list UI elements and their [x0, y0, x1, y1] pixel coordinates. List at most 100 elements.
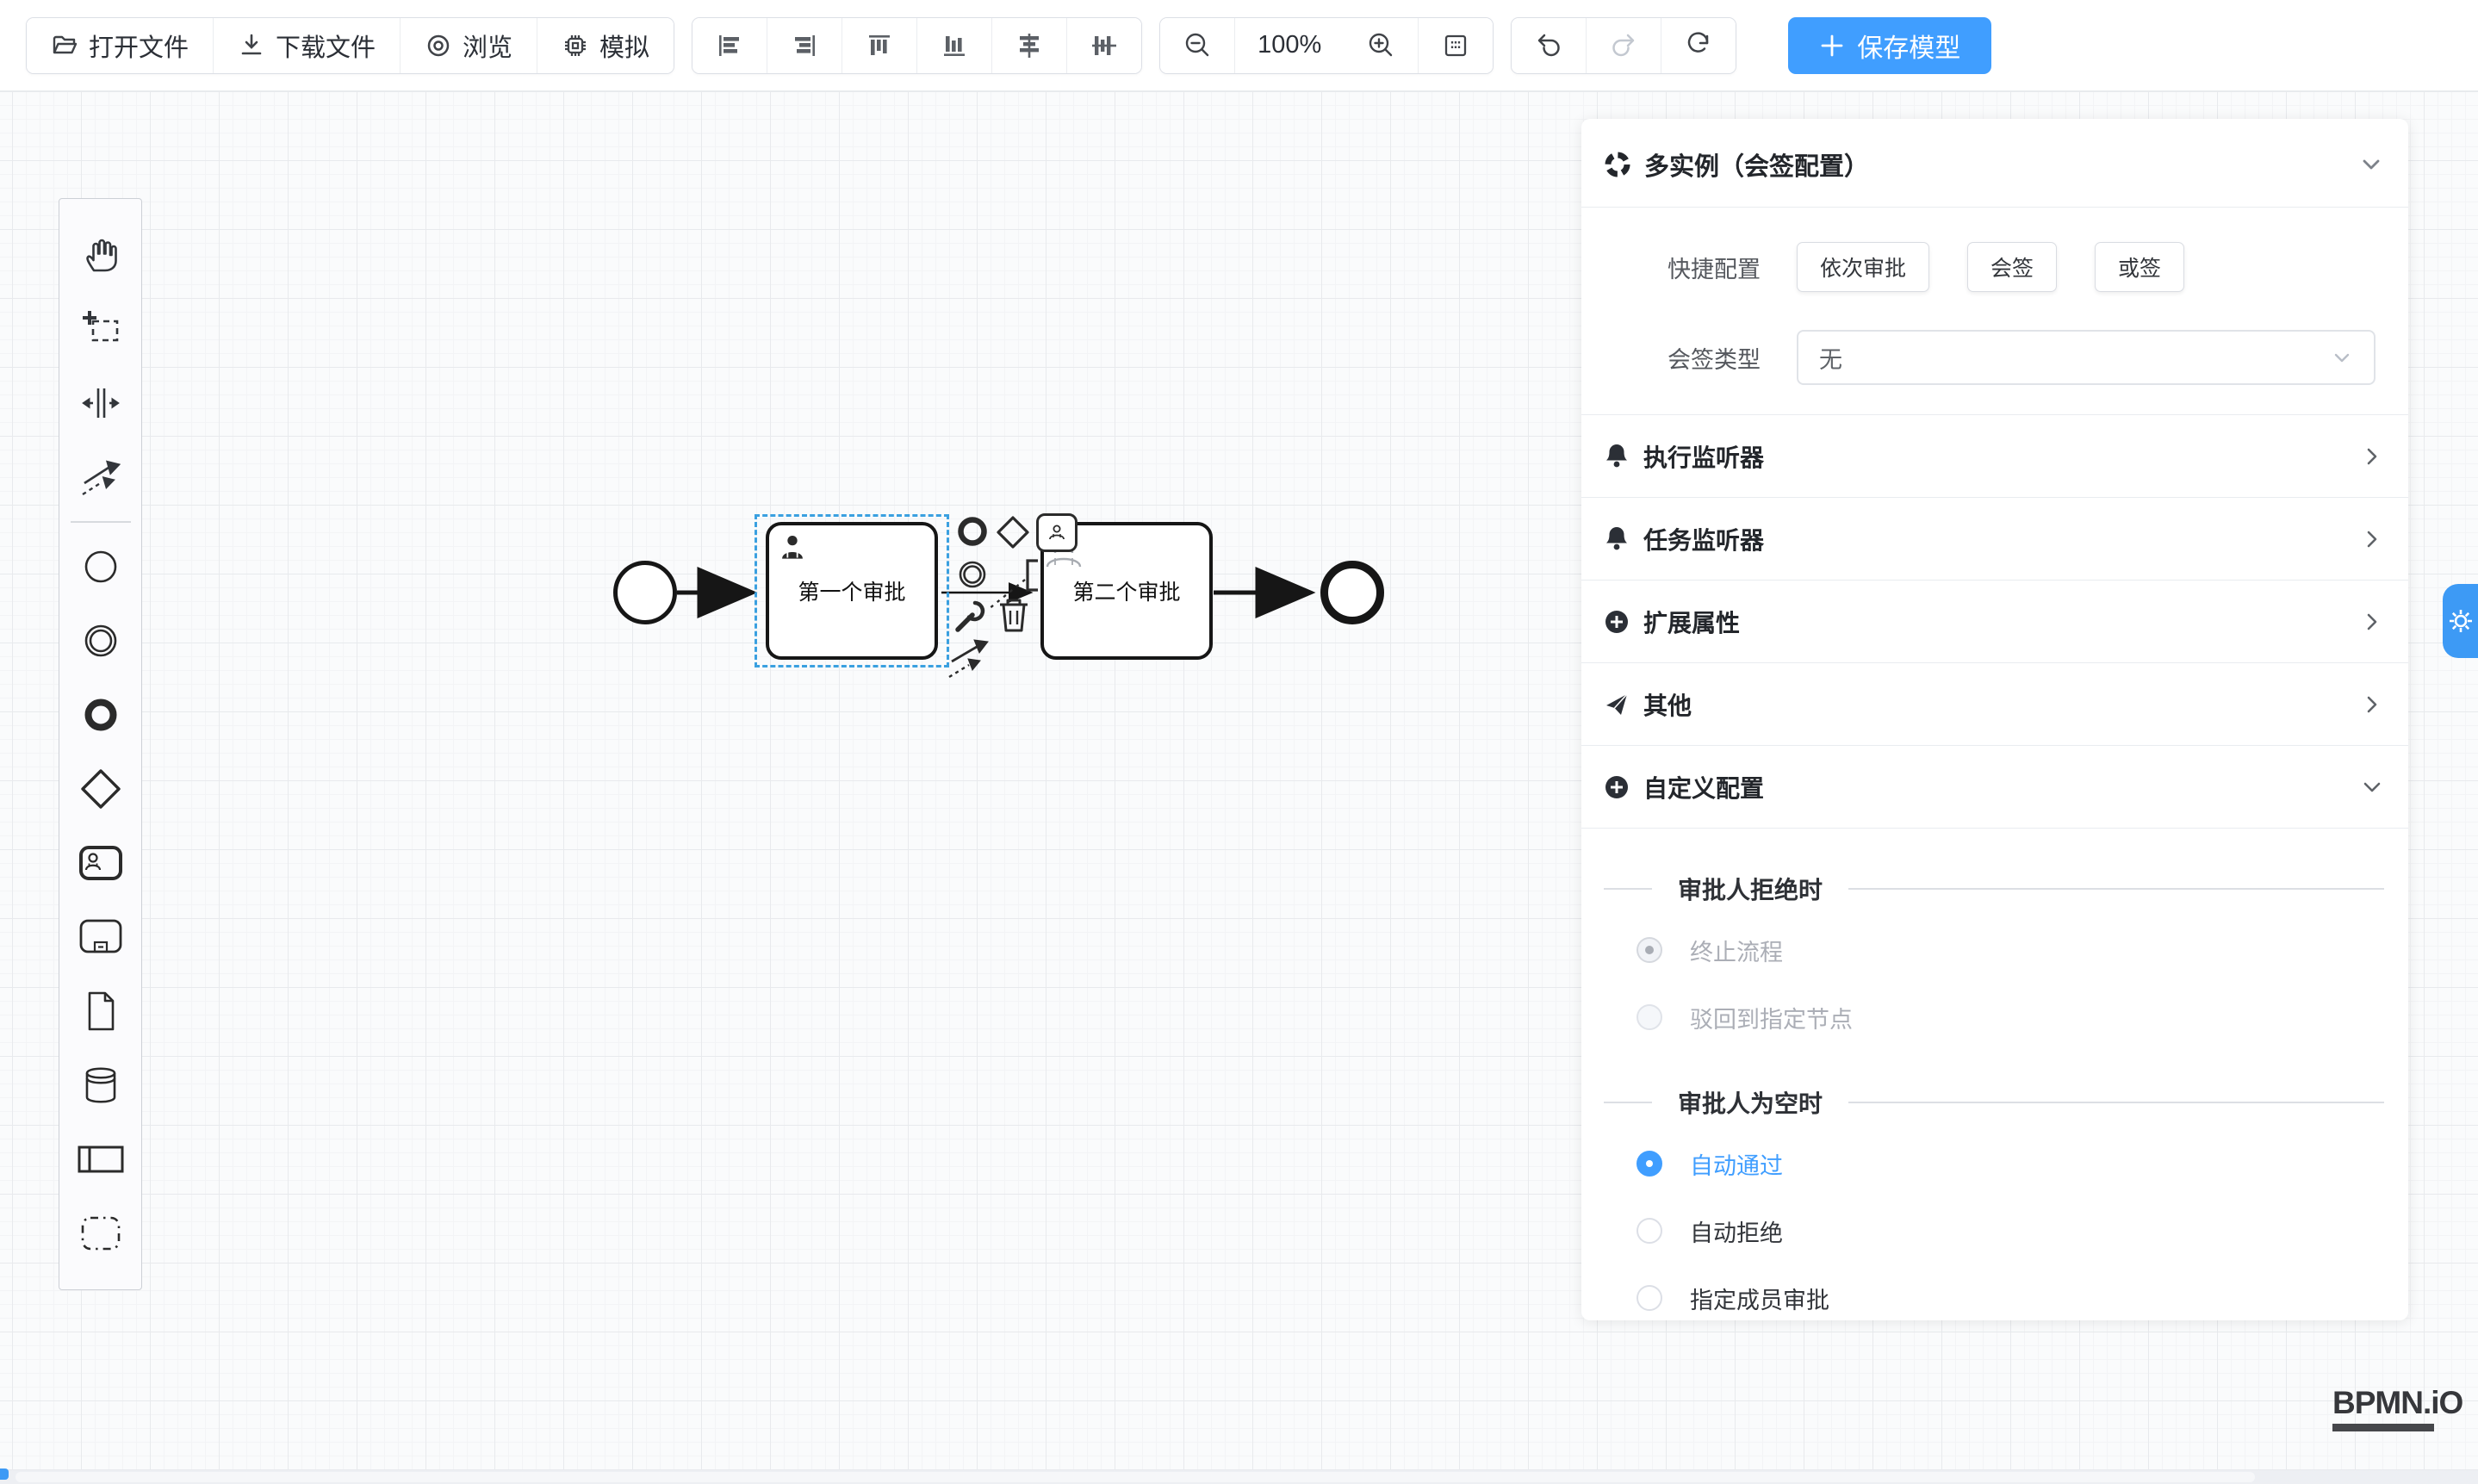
open-file-button[interactable]: 打开文件: [27, 18, 214, 73]
radio-auto-reject[interactable]: 自动拒绝: [1604, 1197, 2384, 1264]
start-event-icon: [81, 547, 121, 587]
logo-underline: [2332, 1424, 2434, 1431]
create-gateway[interactable]: [59, 752, 141, 826]
space-tool-icon: [81, 383, 121, 423]
quick-option-sequential[interactable]: 依次审批: [1797, 242, 1929, 292]
create-data-object[interactable]: [59, 974, 141, 1048]
section-execution-listener[interactable]: 执行监听器: [1581, 414, 2408, 497]
radio-auto-pass[interactable]: 自动通过: [1604, 1130, 2384, 1197]
lasso-icon: [81, 309, 121, 349]
pad-connect-icon[interactable]: [947, 637, 991, 680]
create-data-store[interactable]: [59, 1048, 141, 1122]
global-connect-tool[interactable]: [59, 440, 141, 514]
section-task-listener[interactable]: 任务监听器: [1581, 497, 2408, 580]
zoom-level: 100%: [1235, 18, 1344, 73]
zoom-out-button[interactable]: [1160, 18, 1235, 73]
section-label: 任务监听器: [1643, 522, 2346, 556]
pad-append-user-task[interactable]: [1036, 513, 1078, 552]
end-event[interactable]: [1320, 561, 1384, 624]
section-custom-config[interactable]: 自定义配置: [1581, 745, 2408, 828]
preview-button[interactable]: 浏览: [401, 18, 537, 73]
pad-delete-icon[interactable]: [997, 596, 1031, 634]
connect-arrows-icon: [81, 457, 121, 497]
horizontal-scrollbar[interactable]: [0, 1470, 2478, 1484]
align-center-horizontal-button[interactable]: [992, 18, 1067, 73]
save-model-button[interactable]: 保存模型: [1788, 17, 1991, 74]
folder-open-icon: [51, 32, 78, 59]
create-start-event[interactable]: [59, 530, 141, 604]
settings-tab[interactable]: [2443, 584, 2478, 658]
multi-instance-icon: [1604, 151, 1631, 178]
align-right-button[interactable]: [767, 18, 842, 73]
radio-assign-member[interactable]: 指定成员审批: [1604, 1264, 2384, 1320]
palette-separator: [71, 521, 131, 523]
radio-icon[interactable]: [1636, 1285, 1662, 1311]
create-subprocess[interactable]: [59, 900, 141, 974]
pad-append-end-event-icon[interactable]: [955, 514, 990, 549]
radio-terminate-process: 终止流程: [1604, 916, 2384, 984]
quick-option-orsign[interactable]: 或签: [2095, 242, 2184, 292]
zoom-in-button[interactable]: [1344, 18, 1419, 73]
undo-button[interactable]: [1512, 18, 1587, 73]
chevron-right-icon: [2360, 444, 2384, 469]
create-group[interactable]: [59, 1196, 141, 1270]
chevron-down-icon: [2331, 346, 2353, 369]
create-end-event[interactable]: [59, 678, 141, 752]
intermediate-event-icon: [81, 621, 121, 661]
start-event[interactable]: [613, 561, 677, 624]
align-bottom-icon: [940, 31, 969, 60]
section-extended-properties[interactable]: 扩展属性: [1581, 580, 2408, 662]
align-group: [692, 17, 1142, 74]
space-tool[interactable]: [59, 366, 141, 440]
download-file-button[interactable]: 下载文件: [214, 18, 401, 73]
hand-tool[interactable]: [59, 218, 141, 292]
user-icon: [778, 532, 807, 562]
chevron-right-icon: [2360, 692, 2384, 717]
history-group: [1511, 17, 1736, 74]
bpmn-io-logo[interactable]: BPMN.iO: [2332, 1385, 2462, 1431]
download-file-label: 下载文件: [276, 28, 376, 64]
data-store-icon: [80, 1065, 121, 1106]
align-center-vertical-button[interactable]: [1067, 18, 1141, 73]
align-top-button[interactable]: [842, 18, 917, 73]
section-other[interactable]: 其他: [1581, 662, 2408, 745]
align-center-horizontal-icon: [1015, 31, 1044, 60]
reset-button[interactable]: [1661, 18, 1736, 73]
pad-append-gateway-icon[interactable]: [995, 514, 1031, 550]
align-center-vertical-icon: [1090, 31, 1119, 60]
empty-subheader-title: 审批人为空时: [1678, 1085, 1823, 1120]
eye-icon: [425, 32, 452, 59]
scrollbar-thumb[interactable]: [16, 1472, 2255, 1482]
sign-type-select[interactable]: 无: [1797, 330, 2376, 385]
align-left-button[interactable]: [692, 18, 767, 73]
user-task-icon: [78, 845, 123, 881]
radio-label: 自动通过: [1690, 1147, 1783, 1181]
task-first-approval[interactable]: 第一个审批: [766, 522, 938, 660]
pad-wrench-icon[interactable]: [953, 598, 990, 634]
panel-sections: 执行监听器 任务监听器 扩展属性 其他 自定义配置: [1581, 414, 2408, 828]
create-intermediate-event[interactable]: [59, 604, 141, 678]
fit-viewport-button[interactable]: [1419, 18, 1493, 73]
simulate-button[interactable]: 模拟: [537, 18, 674, 73]
toolbar: 打开文件 下载文件 浏览 模拟: [0, 0, 2478, 91]
subprocess-icon: [78, 918, 123, 956]
lasso-tool[interactable]: [59, 292, 141, 366]
quick-option-countersign[interactable]: 会签: [1967, 242, 2057, 292]
divider-line: [1848, 1102, 2384, 1103]
fit-viewport-icon: [1441, 31, 1470, 60]
quick-config-row: 快捷配置 依次审批 会签 或签: [1604, 242, 2384, 292]
divider-line: [1848, 888, 2384, 890]
create-user-task[interactable]: [59, 826, 141, 900]
align-bottom-button[interactable]: [917, 18, 992, 73]
align-right-icon: [790, 31, 819, 60]
chevron-down-icon[interactable]: [2358, 152, 2384, 177]
panel-header[interactable]: 多实例（会签配置）: [1581, 119, 2408, 208]
radio-icon[interactable]: [1636, 1151, 1662, 1177]
sign-type-value: 无: [1819, 341, 1842, 375]
radio-icon[interactable]: [1636, 1218, 1662, 1244]
create-participant[interactable]: [59, 1122, 141, 1196]
gateway-icon: [79, 767, 122, 810]
redo-button[interactable]: [1587, 18, 1661, 73]
sign-type-label: 会签类型: [1604, 341, 1761, 375]
logo-text: BPMN.iO: [2332, 1385, 2462, 1421]
